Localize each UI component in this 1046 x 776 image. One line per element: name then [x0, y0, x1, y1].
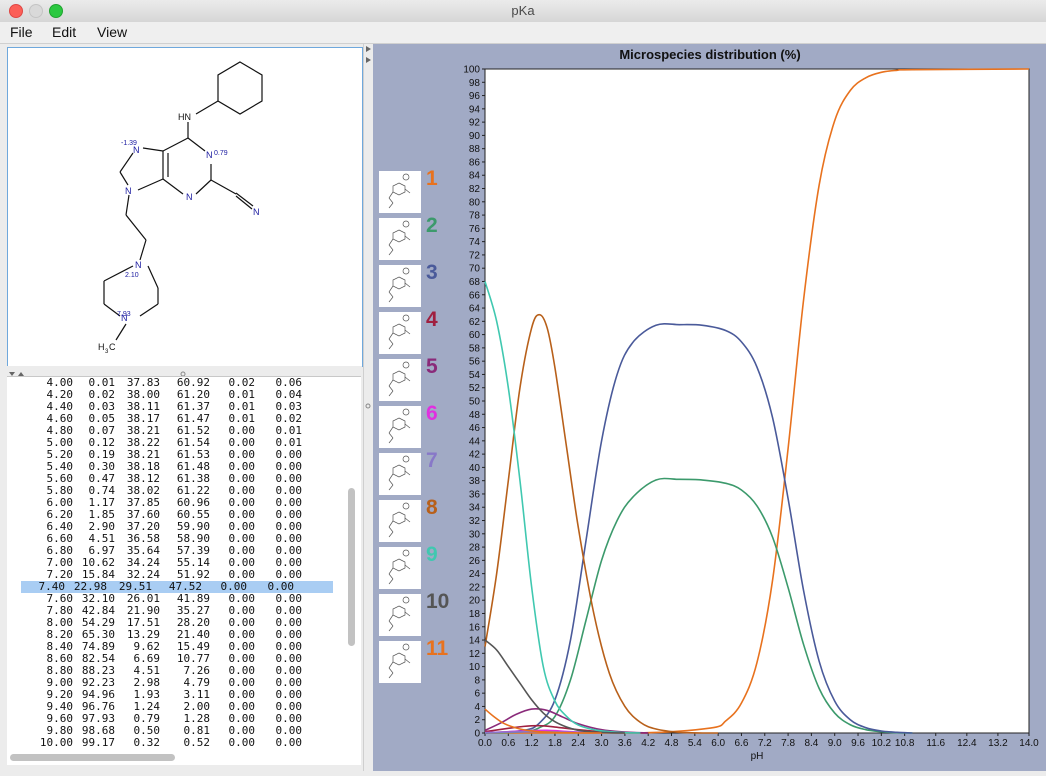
microspecies-thumbnail[interactable] [379, 218, 421, 260]
microspecies-thumbnail[interactable] [379, 171, 421, 213]
menu-bar: File Edit View [0, 22, 1046, 44]
microspecies-thumbnail[interactable] [379, 547, 421, 589]
atom-nitrile-n: N [253, 207, 260, 217]
atom-methyl-h: H [98, 342, 105, 352]
window-title: pKa [511, 3, 535, 18]
menu-edit[interactable]: Edit [52, 24, 76, 40]
pka-label-4: 7.93 [117, 311, 131, 318]
collapse-right-icon[interactable] [366, 57, 371, 63]
horizontal-splitter[interactable] [6, 366, 362, 377]
pka-label-1: -1.39 [121, 140, 137, 147]
menu-file[interactable]: File [10, 24, 33, 40]
table-row[interactable]: 10.00 99.17 0.32 0.52 0.00 0.00 [21, 737, 341, 749]
atom-piperidine-n1: N [135, 260, 142, 270]
microspecies-label: 6 [426, 402, 438, 425]
microspecies-thumbnail[interactable] [379, 453, 421, 495]
microspecies-label: 4 [426, 308, 438, 331]
microspecies-label: 11 [426, 637, 449, 660]
table-cell: 0.00 [275, 736, 303, 749]
microspecies-label: 7 [426, 449, 438, 472]
microspecies-label: 2 [426, 214, 438, 237]
microspecies-thumbnail[interactable] [379, 359, 421, 401]
chart-title: Microspecies distribution (%) [619, 47, 801, 62]
microspecies-thumbnail[interactable] [379, 312, 421, 354]
table-cell: 0.00 [228, 736, 256, 749]
microspecies-label: 1 [426, 167, 438, 190]
vertical-splitter[interactable] [363, 44, 373, 771]
pka-label-2: 0.79 [214, 150, 228, 157]
collapse-left-icon[interactable] [366, 46, 371, 52]
microspecies-label: 10 [426, 590, 450, 613]
microspecies-label: 9 [426, 543, 438, 566]
microspecies-thumbnail[interactable] [379, 594, 421, 636]
table-cell: 0.32 [133, 736, 161, 749]
table-cell: 99.17 [81, 736, 115, 749]
atom-methyl-c: C [109, 342, 116, 352]
microspecies-thumbnail[interactable] [379, 500, 421, 542]
microspecies-thumbnail[interactable] [379, 641, 421, 683]
microspecies-label: 3 [426, 261, 438, 284]
menu-view[interactable]: View [97, 24, 127, 40]
table-vertical-scrollbar[interactable] [348, 488, 355, 646]
distribution-table[interactable]: 4.00 0.01 37.83 60.92 0.02 0.06 4.20 0.02 38.00 6… [7, 376, 361, 765]
microspecies-thumbnail[interactable] [379, 265, 421, 307]
table-horizontal-scrollbar[interactable] [10, 754, 175, 761]
cyclohexane-ring [217, 61, 263, 115]
atom-n3: N [186, 192, 193, 202]
chart-panel [373, 44, 1046, 771]
atom-n1: N [206, 150, 213, 160]
atom-n9: N [125, 186, 132, 196]
molecule-structure: HN N N N N N N N H 3 C -1.39 0.79 2.10 7… [98, 61, 263, 355]
microspecies-thumbnail[interactable] [379, 406, 421, 448]
pka-label-3: 2.10 [125, 272, 139, 279]
molecule-viewer[interactable]: HN N N N N N N N H 3 C -1.39 0.79 2.10 7… [7, 47, 363, 367]
atom-hn: HN [178, 112, 191, 122]
microspecies-label: 5 [426, 355, 438, 378]
microspecies-label: 8 [426, 496, 438, 519]
vertical-splitter-handle-icon[interactable] [365, 403, 371, 409]
table-cell: 10.00 [39, 736, 73, 749]
title-bar: pKa [0, 0, 1046, 23]
table-cell: 0.52 [183, 736, 211, 749]
